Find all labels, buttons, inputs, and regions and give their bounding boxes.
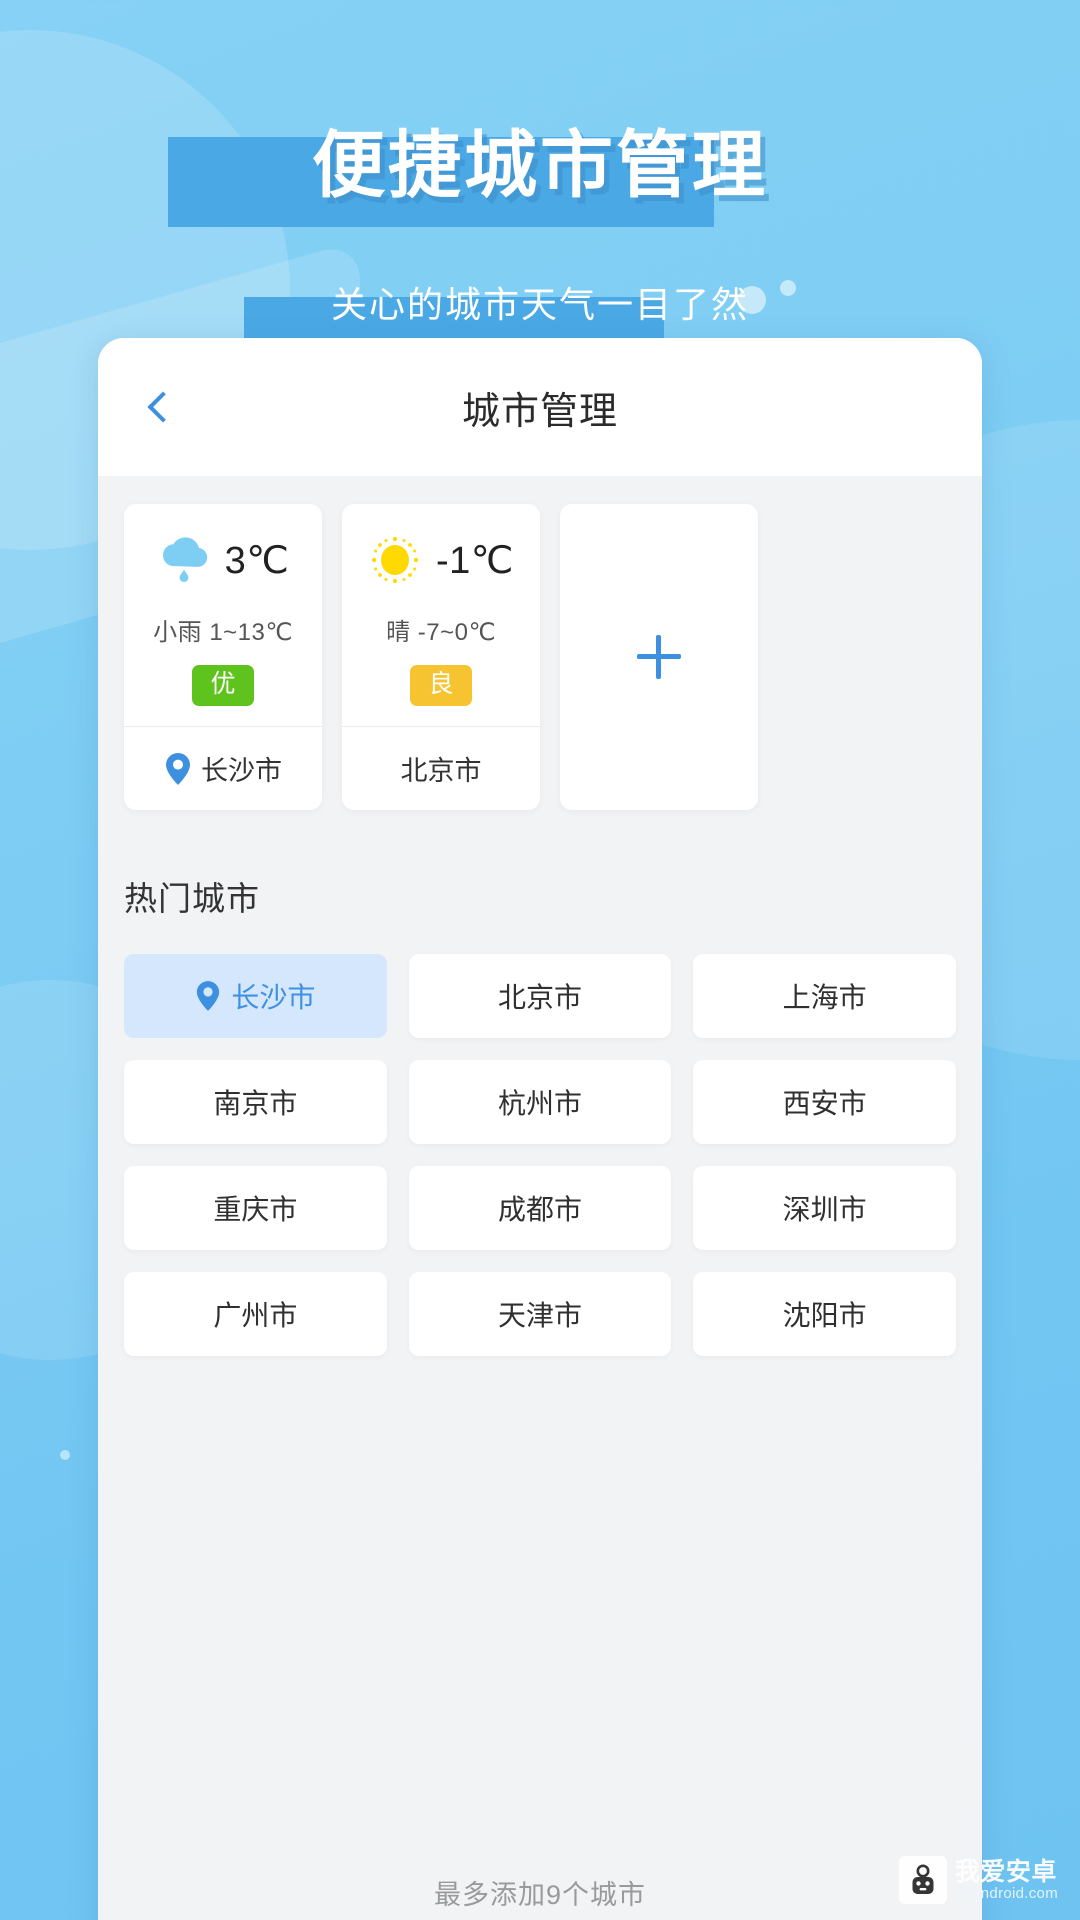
temperature-row: -1℃: [368, 530, 514, 590]
page-title: 城市管理: [461, 390, 618, 433]
city-chip-shenzhen[interactable]: 深圳市: [693, 1166, 956, 1251]
temperature-row: 3℃: [157, 530, 290, 590]
city-chip-label: 上海市: [782, 982, 867, 1014]
city-chip-label: 北京市: [497, 982, 582, 1014]
watermark-texts: 我爱安卓 52android.com: [955, 1858, 1058, 1903]
sun-icon: [368, 533, 422, 587]
watermark-title: 我爱安卓: [954, 1857, 1057, 1886]
weather-description: 小雨 1~13℃: [153, 619, 293, 646]
city-chip-shanghai[interactable]: 上海市: [693, 954, 956, 1039]
city-chip-label: 沈阳市: [782, 1300, 867, 1332]
city-chip-chongqing[interactable]: 重庆市: [124, 1166, 387, 1251]
watermark-logo-icon: [898, 1856, 947, 1904]
hot-cities-heading: 热门城市: [124, 880, 260, 918]
decorative-dot: [60, 1450, 70, 1460]
city-chip-chengdu[interactable]: 成都市: [408, 1166, 672, 1251]
city-chip-xian[interactable]: 西安市: [693, 1060, 956, 1145]
city-chip-label: 深圳市: [782, 1194, 867, 1226]
weather-card[interactable]: 3℃ 小雨 1~13℃ 优 长沙市: [124, 504, 322, 811]
rain-cloud-icon: [157, 536, 211, 584]
city-name: 长沙市: [201, 756, 282, 787]
city-chip-changsha[interactable]: 长沙市: [124, 954, 387, 1039]
city-name: 北京市: [400, 756, 482, 787]
app-navbar: 城市管理: [98, 338, 982, 476]
aqi-badge: 良: [410, 665, 472, 707]
city-chip-label: 成都市: [497, 1194, 582, 1226]
city-chip-label: 广州市: [213, 1300, 298, 1332]
weather-card-city[interactable]: 北京市: [342, 726, 540, 810]
temperature-value: -1℃: [436, 539, 514, 582]
temperature-value: 3℃: [224, 539, 290, 582]
city-chip-label: 杭州市: [497, 1088, 582, 1120]
hero-section: 便捷城市管理 关心的城市天气一目了然: [0, 0, 1080, 341]
location-pin-icon: [195, 980, 221, 1012]
back-button[interactable]: [128, 375, 192, 439]
watermark: 我爱安卓 52android.com: [898, 1856, 1058, 1904]
hero-title-container: 便捷城市管理: [0, 95, 1080, 235]
hero-subtitle-container: 关心的城市天气一目了然: [0, 267, 1080, 341]
watermark-domain: 52android.com: [954, 1884, 1058, 1902]
weather-card-body: 3℃ 小雨 1~13℃ 优: [124, 504, 322, 726]
chevron-left-icon: [147, 391, 179, 423]
weather-card-city[interactable]: 长沙市: [124, 726, 322, 810]
added-cities-row: 3℃ 小雨 1~13℃ 优 长沙市 -1℃ 晴 -7~0℃ 良 北京市: [124, 504, 956, 811]
location-pin-icon: [164, 752, 192, 786]
city-chip-label: 重庆市: [213, 1194, 298, 1226]
max-cities-note: 最多添加9个城市: [433, 1880, 647, 1910]
city-chip-nanjing[interactable]: 南京市: [124, 1060, 387, 1145]
aqi-badge: 优: [192, 665, 254, 707]
city-chip-guangzhou[interactable]: 广州市: [124, 1272, 387, 1357]
hero-title: 便捷城市管理: [312, 124, 768, 206]
city-chip-shenyang[interactable]: 沈阳市: [693, 1272, 956, 1357]
screen-content: 3℃ 小雨 1~13℃ 优 长沙市 -1℃ 晴 -7~0℃ 良 北京市 热门城市…: [98, 476, 982, 1920]
add-city-button[interactable]: [560, 504, 758, 811]
city-chip-label: 南京市: [213, 1088, 298, 1120]
city-chip-hangzhou[interactable]: 杭州市: [408, 1060, 672, 1145]
weather-card-body: -1℃ 晴 -7~0℃ 良: [342, 504, 540, 726]
weather-description: 晴 -7~0℃: [386, 619, 496, 646]
hero-subtitle: 关心的城市天气一目了然: [330, 284, 749, 325]
city-chip-label: 天津市: [497, 1300, 582, 1332]
city-chip-label: 长沙市: [231, 982, 316, 1014]
city-chip-beijing[interactable]: 北京市: [408, 954, 672, 1039]
city-chip-label: 西安市: [782, 1088, 867, 1120]
weather-card[interactable]: -1℃ 晴 -7~0℃ 良 北京市: [342, 504, 540, 811]
plus-icon: [637, 635, 681, 680]
hot-cities-grid: 长沙市 北京市 上海市 南京市 杭州市 西安市 重庆市 成都市 深圳市 广州市 …: [124, 954, 956, 1357]
phone-screen: 城市管理 3℃ 小雨 1~13℃ 优 长沙市 -1℃ 晴 -7~0℃ 良 北京市…: [98, 338, 982, 1920]
city-chip-tianjin[interactable]: 天津市: [408, 1272, 672, 1357]
